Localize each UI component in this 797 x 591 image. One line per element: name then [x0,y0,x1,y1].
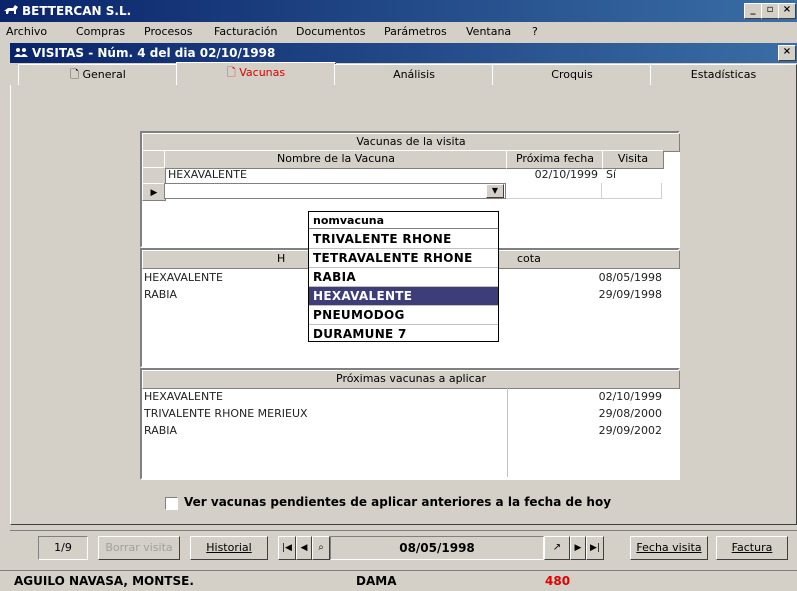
menu-compras[interactable]: Compras [76,25,125,38]
next-date-cell[interactable]: 02/10/1999 [506,167,598,183]
users-icon [14,48,28,57]
status-bar: AGUILO NAVASA, MONTSE. DAMA 480 [0,570,797,591]
upcoming-grid: Próximas vacunas a aplicar HEXAVALENTE 0… [140,368,680,480]
upcoming-date-cell[interactable]: 29/09/2002 [502,423,662,439]
app-title-bar: BETTERCAN S.L. _ ▫ × [0,0,797,22]
last-record-icon[interactable]: ▶| [586,536,604,560]
menu-bar: Archivo Compras Procesos Facturación Doc… [0,22,797,42]
history-name-cell[interactable]: HEXAVALENTE [144,270,223,286]
dropdown-option[interactable]: PNEUMODOG [309,306,498,325]
minimize-button[interactable]: _ [744,3,762,19]
upcoming-name-cell[interactable]: HEXAVALENTE [144,389,223,405]
history-name-cell[interactable]: RABIA [144,287,177,303]
tab-estadisticas[interactable]: Estadísticas [650,64,797,87]
tab-general[interactable]: 🗋 General [18,64,178,87]
visit-window-title: VISITAS - Núm. 4 del dia 02/10/1998 [32,46,276,60]
history-date-cell[interactable]: 29/09/1998 [502,287,662,303]
invoice-button[interactable]: Factura [716,536,788,560]
pet-name: DAMA [356,574,397,588]
dropdown-option[interactable]: TRIVALENTE RHONE [309,230,498,249]
menu-archivo[interactable]: Archivo [6,25,47,38]
menu-help[interactable]: ? [532,25,538,38]
new-next-date-cell[interactable] [506,183,602,199]
upcoming-date-cell[interactable]: 02/10/1999 [502,389,662,405]
vaccine-name-cell[interactable]: HEXAVALENTE [168,167,247,183]
first-record-icon[interactable]: |◀ [278,536,296,560]
upcoming-title: Próximas vacunas a aplicar [142,370,680,389]
history-date-cell[interactable]: 08/05/1998 [502,270,662,286]
menu-facturacion[interactable]: Facturación [214,25,277,38]
vaccine-combo-input[interactable] [164,183,506,199]
new-record-icon[interactable]: ↗ [544,536,570,560]
dropdown-header: nomvacuna [309,212,498,229]
current-date-display: 08/05/1998 [330,536,544,560]
close-button[interactable]: × [778,3,796,19]
visit-window-title-bar: VISITAS - Núm. 4 del dia 02/10/1998 × [10,43,797,63]
delete-visit-button[interactable]: Borrar visita [98,536,180,560]
tab-croquis[interactable]: Croquis [492,64,652,87]
app-title: BETTERCAN S.L. [22,4,132,18]
dropdown-option[interactable]: DURAMUNE 7 [309,325,498,344]
visit-close-button[interactable]: × [778,45,796,61]
maximize-button[interactable]: ▫ [761,3,779,19]
dog-icon [4,5,18,14]
new-row-selector[interactable]: ▶ [142,183,166,201]
dropdown-option[interactable]: TETRAVALENTE RHONE [309,249,498,268]
next-record-icon[interactable]: ▶ [570,536,586,560]
menu-procesos[interactable]: Procesos [144,25,192,38]
upcoming-name-cell[interactable]: TRIVALENTE RHONE MERIEUX [144,406,308,422]
upcoming-date-cell[interactable]: 29/08/2000 [502,406,662,422]
record-counter: 1/9 [38,536,88,560]
upcoming-name-cell[interactable]: RABIA [144,423,177,439]
history-button[interactable]: Historial [190,536,268,560]
owner-name: AGUILO NAVASA, MONTSE. [14,574,194,588]
menu-ventana[interactable]: Ventana [466,25,511,38]
pet-code: 480 [545,574,571,588]
new-visit-cell[interactable] [602,183,662,199]
visit-cell[interactable]: Sí [606,167,616,183]
current-row-arrow-icon: ▶ [150,188,158,198]
menu-parametros[interactable]: Parámetros [384,25,447,38]
prev-record-icon[interactable]: ◀ [296,536,312,560]
column-divider [507,387,508,477]
combo-dropdown-arrow-icon[interactable]: ▼ [486,184,504,198]
tab-analisis[interactable]: Análisis [334,64,494,87]
page-icon: 🗋 [226,66,236,79]
visit-date-button[interactable]: Fecha visita [630,536,708,560]
dropdown-option-selected[interactable]: HEXAVALENTE [309,287,498,306]
pending-vaccines-label[interactable]: Ver vacunas pendientes de aplicar anteri… [184,495,611,509]
dropdown-option[interactable]: RABIA [309,268,498,287]
menu-documentos[interactable]: Documentos [296,25,365,38]
tab-vacunas[interactable]: 🗋 Vacunas [176,62,336,86]
pending-vaccines-checkbox[interactable] [165,497,178,510]
page-icon: 🗋 [70,68,79,81]
vaccine-dropdown-list: nomvacuna TRIVALENTE RHONE TETRAVALENTE … [308,211,499,342]
search-record-icon[interactable]: ⌕ [312,536,330,560]
tab-strip: 🗋 General 🗋 Vacunas Análisis Croquis Est… [10,62,797,87]
